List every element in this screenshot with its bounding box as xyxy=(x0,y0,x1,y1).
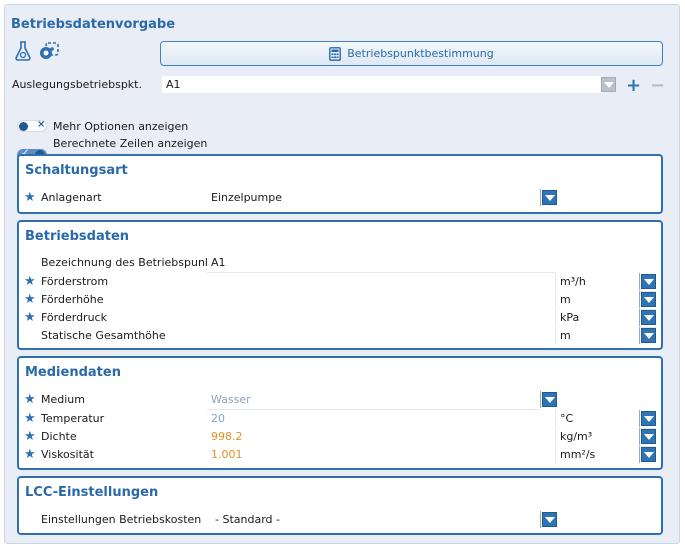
foerderstrom-unit[interactable]: m³/h xyxy=(555,273,639,290)
required-star-icon: ★ xyxy=(24,392,36,407)
table-row: Bezeichnung des Betriebspunktes A1 xyxy=(19,254,661,272)
dichte-label: Dichte xyxy=(41,430,77,443)
chevron-down-icon xyxy=(544,396,555,403)
temperatur-label: Temperatur xyxy=(41,412,105,425)
chevron-down-icon xyxy=(643,433,654,440)
group-lcc-einstellungen: LCC-Einstellungen Einstellungen Betriebs… xyxy=(17,476,663,535)
chevron-down-icon xyxy=(643,332,654,339)
foerderhoehe-unit[interactable]: m xyxy=(555,291,639,308)
pump-settings-icon[interactable] xyxy=(38,40,60,62)
temperatur-unit-dropdown[interactable] xyxy=(641,411,656,426)
foerderdruck-unit-dropdown[interactable] xyxy=(641,310,656,325)
bezeichnung-input[interactable]: A1 xyxy=(207,254,555,271)
table-row: ★ Förderhöhe m xyxy=(19,291,661,309)
design-point-dropdown-button[interactable] xyxy=(601,77,616,92)
medium-dropdown-button[interactable] xyxy=(542,392,557,407)
design-point-combo[interactable]: A1 xyxy=(162,76,602,93)
statische-gesamthoehe-unit[interactable]: m xyxy=(555,327,639,344)
anlagenart-dropdown-button[interactable] xyxy=(542,190,557,205)
dichte-unit[interactable]: kg/m³ xyxy=(555,428,639,445)
calculated-rows-label: Berechnete Zeilen anzeigen xyxy=(53,137,208,150)
table-row: ★ Förderdruck kPa xyxy=(19,309,661,327)
statische-gesamthoehe-label: Statische Gesamthöhe xyxy=(41,329,166,342)
temperatur-unit[interactable]: °C xyxy=(555,410,639,427)
foerderhoehe-label: Förderhöhe xyxy=(41,293,104,306)
foerderdruck-label: Förderdruck xyxy=(41,311,107,324)
table-row: ★ Dichte 998.2 kg/m³ xyxy=(19,428,661,446)
more-options-label: Mehr Optionen anzeigen xyxy=(53,120,189,133)
chevron-down-icon xyxy=(603,81,614,88)
bezeichnung-label: Bezeichnung des Betriebspunktes xyxy=(41,256,229,269)
required-star-icon: ★ xyxy=(24,292,36,307)
required-star-icon: ★ xyxy=(24,447,36,462)
chevron-down-icon xyxy=(544,194,555,201)
dichte-unit-dropdown[interactable] xyxy=(641,429,656,444)
chevron-down-icon xyxy=(643,296,654,303)
dichte-input[interactable]: 998.2 xyxy=(207,428,555,445)
operating-point-button[interactable]: Betriebspunktbestimmung xyxy=(160,41,663,66)
table-row: Statische Gesamthöhe m xyxy=(19,327,661,345)
chevron-down-icon xyxy=(643,415,654,422)
viskositaet-unit[interactable]: mm²/s xyxy=(555,446,639,463)
required-star-icon: ★ xyxy=(24,429,36,444)
foerderstrom-input[interactable] xyxy=(207,273,555,290)
close-icon: × xyxy=(37,119,46,130)
foerderstrom-unit-dropdown[interactable] xyxy=(641,274,656,289)
group-title: Betriebsdaten xyxy=(25,229,130,244)
anlagenart-combo[interactable]: Einzelpumpe xyxy=(207,189,540,206)
calculator-icon xyxy=(329,46,342,61)
page-title: Betriebsdatenvorgabe xyxy=(11,17,176,32)
group-betriebsdaten: Betriebsdaten Bezeichnung des Betriebspu… xyxy=(17,220,663,350)
betriebskosten-dropdown-button[interactable] xyxy=(542,512,557,527)
foerderstrom-label: Förderstrom xyxy=(41,275,109,288)
table-row: ★ Temperatur 20 °C xyxy=(19,410,661,428)
medium-combo[interactable]: Wasser xyxy=(207,391,540,408)
required-star-icon: ★ xyxy=(24,411,36,426)
medium-row: ★ Medium Wasser xyxy=(19,391,661,409)
viskositaet-unit-dropdown[interactable] xyxy=(641,447,656,462)
group-title: Schaltungsart xyxy=(25,163,128,178)
chevron-down-icon xyxy=(643,314,654,321)
group-title: LCC-Einstellungen xyxy=(25,485,159,500)
anlagenart-row: ★ Anlagenart Einzelpumpe xyxy=(19,189,661,207)
add-point-icon[interactable]: + xyxy=(626,77,641,95)
group-schaltungsart: Schaltungsart ★ Anlagenart Einzelpumpe xyxy=(17,154,663,214)
required-star-icon: ★ xyxy=(24,310,36,325)
design-point-label: Auslegungsbetriebspkt. xyxy=(12,78,142,91)
table-row: ★ Viskosität 1.001 mm²/s xyxy=(19,446,661,464)
medium-label: Medium xyxy=(41,393,85,406)
required-star-icon: ★ xyxy=(24,274,36,289)
more-options-toggle[interactable]: × xyxy=(17,119,47,132)
statische-gesamthoehe-unit-dropdown[interactable] xyxy=(641,328,656,343)
chevron-down-icon xyxy=(643,278,654,285)
viskositaet-input[interactable]: 1.001 xyxy=(207,446,555,463)
betriebskosten-combo[interactable]: - Standard - xyxy=(211,511,540,528)
operating-point-button-label: Betriebspunktbestimmung xyxy=(347,47,494,60)
statische-gesamthoehe-input[interactable] xyxy=(207,327,555,344)
group-title: Mediendaten xyxy=(25,365,121,380)
anlagenart-label: Anlagenart xyxy=(41,191,102,204)
foerderdruck-unit[interactable]: kPa xyxy=(555,309,639,326)
temperatur-input[interactable]: 20 xyxy=(207,410,555,427)
remove-point-icon[interactable]: − xyxy=(650,77,665,95)
chevron-down-icon xyxy=(544,516,555,523)
betriebskosten-row: Einstellungen Betriebskosten - Standard … xyxy=(19,511,661,529)
foerderhoehe-unit-dropdown[interactable] xyxy=(641,292,656,307)
foerderhoehe-input[interactable] xyxy=(207,291,555,308)
flask-icon[interactable] xyxy=(12,40,34,62)
group-mediendaten: Mediendaten ★ Medium Wasser ★ Temperatur… xyxy=(17,356,663,470)
betriebskosten-label: Einstellungen Betriebskosten xyxy=(41,513,202,526)
chevron-down-icon xyxy=(643,451,654,458)
viskositaet-label: Viskosität xyxy=(41,448,94,461)
required-star-icon: ★ xyxy=(24,190,36,205)
table-row: ★ Förderstrom m³/h xyxy=(19,273,661,291)
foerderdruck-input[interactable] xyxy=(207,309,555,326)
